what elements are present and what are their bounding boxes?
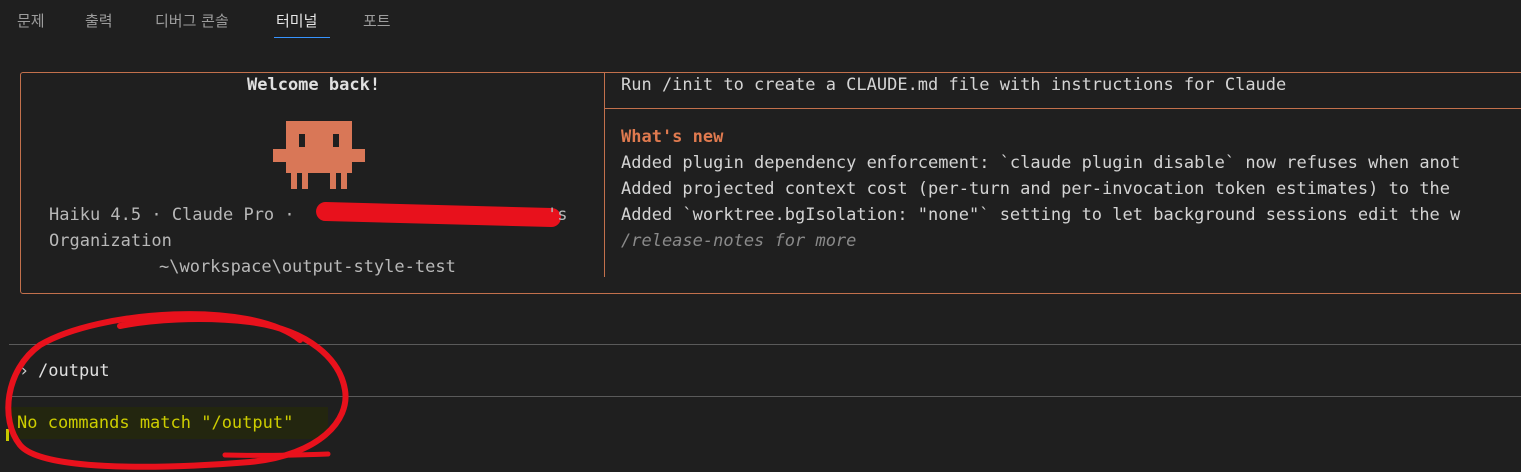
tab-terminal[interactable]: 터미널 — [276, 10, 317, 31]
whats-new-title: What's new — [621, 127, 724, 147]
release-notes-link: /release-notes for more — [621, 231, 857, 251]
welcome-title: Welcome back! — [247, 75, 381, 95]
claude-mascot-icon — [273, 121, 365, 189]
release-note-item: Added plugin dependency enforcement: `cl… — [621, 153, 1461, 173]
release-note-item: Added `worktree.bgIsolation: "none"` set… — [621, 205, 1461, 225]
tab-output[interactable]: 출력 — [85, 10, 113, 31]
panel-tab-bar: 문제 출력 디버그 콘솔 터미널 포트 — [0, 0, 1521, 44]
init-hint: Run /init to create a CLAUDE.md file wit… — [621, 75, 1287, 95]
red-circle-annotation — [5, 311, 349, 470]
release-note-item: Added projected context cost (per-turn a… — [621, 179, 1451, 199]
tips-divider — [605, 108, 1521, 109]
organization-label: Organization — [49, 231, 172, 251]
active-tab-indicator — [274, 37, 330, 38]
welcome-divider — [604, 72, 605, 277]
working-directory: ~\workspace\output-style-test — [159, 257, 456, 277]
tab-debug-console[interactable]: 디버그 콘솔 — [155, 10, 229, 31]
email-suffix: 's — [547, 205, 568, 225]
model-info: Haiku 4.5 · Claude Pro · — [49, 205, 295, 225]
tab-problems[interactable]: 문제 — [17, 10, 45, 31]
tab-ports[interactable]: 포트 — [363, 10, 391, 31]
